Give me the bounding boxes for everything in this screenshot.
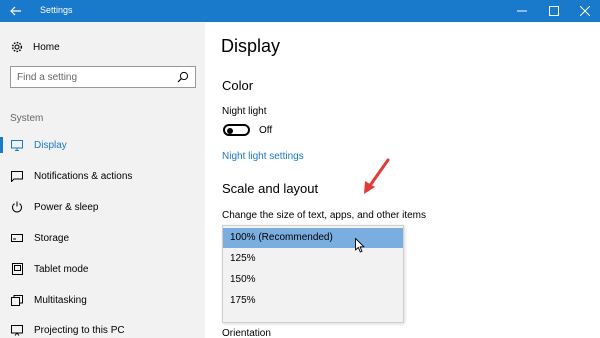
sidebar-item-label: Display [34,139,67,151]
back-button[interactable] [0,0,32,22]
multitasking-icon [10,293,24,307]
sidebar-item-projecting[interactable]: Projecting to this PC [0,320,205,338]
sidebar: Home System Display Notifications & acti… [0,22,205,338]
sidebar-item-power-sleep[interactable]: Power & sleep [0,197,205,217]
sidebar-item-label: Storage [34,232,70,244]
search-input[interactable] [17,70,167,84]
annotation-arrow-icon [364,158,390,194]
monitor-icon [10,138,24,152]
sidebar-item-label: Tablet mode [34,263,89,275]
color-heading: Color [222,78,254,93]
scale-description: Change the size of text, apps, and other… [222,210,427,221]
scale-option-150[interactable]: 150% [223,270,403,290]
scale-dropdown-list[interactable]: 100% (Recommended) 125% 150% 175% [222,225,404,323]
search-box[interactable] [10,66,196,88]
notification-icon [10,169,24,183]
sidebar-item-label: Notifications & actions [34,170,133,182]
sidebar-item-label: Power & sleep [34,201,99,213]
minimize-icon [517,10,527,12]
power-icon [10,200,24,214]
scale-layout-heading: Scale and layout [222,181,319,196]
projecting-icon [10,323,24,337]
back-arrow-icon [10,6,21,16]
orientation-label: Orientation [222,328,271,338]
section-label-system: System [10,113,44,124]
search-icon[interactable] [177,71,189,83]
night-light-state: Off [259,125,273,136]
home-label: Home [33,41,60,53]
sidebar-item-display[interactable]: Display [0,135,205,155]
sidebar-item-tablet-mode[interactable]: Tablet mode [0,259,205,279]
gear-icon [11,41,23,53]
sidebar-item-label: Projecting to this PC [34,324,125,336]
maximize-icon [549,6,559,16]
page-title: Display [221,36,281,56]
night-light-label: Night light [222,106,267,117]
sidebar-item-multitasking[interactable]: Multitasking [0,290,205,310]
main-content: Display Color Night light Off Night ligh… [205,22,600,338]
sidebar-item-notifications[interactable]: Notifications & actions [0,166,205,186]
sidebar-item-storage[interactable]: Storage [0,228,205,248]
scale-option-100[interactable]: 100% (Recommended) [223,228,403,248]
title-bar: Settings [0,0,600,22]
tablet-icon [10,262,24,276]
mouse-cursor-icon [355,238,365,253]
scale-option-175[interactable]: 175% [223,291,403,311]
home-nav-item[interactable]: Home [11,40,60,54]
scale-option-125[interactable]: 125% [223,249,403,269]
night-light-toggle[interactable] [223,124,250,136]
toggle-knob [227,127,233,134]
maximize-button[interactable] [539,0,569,22]
window-title: Settings [40,5,73,15]
night-light-settings-link[interactable]: Night light settings [222,151,304,162]
storage-icon [10,231,24,245]
minimize-button[interactable] [507,0,537,22]
sidebar-item-label: Multitasking [34,294,87,306]
close-icon [580,6,590,16]
close-button[interactable] [570,0,600,22]
